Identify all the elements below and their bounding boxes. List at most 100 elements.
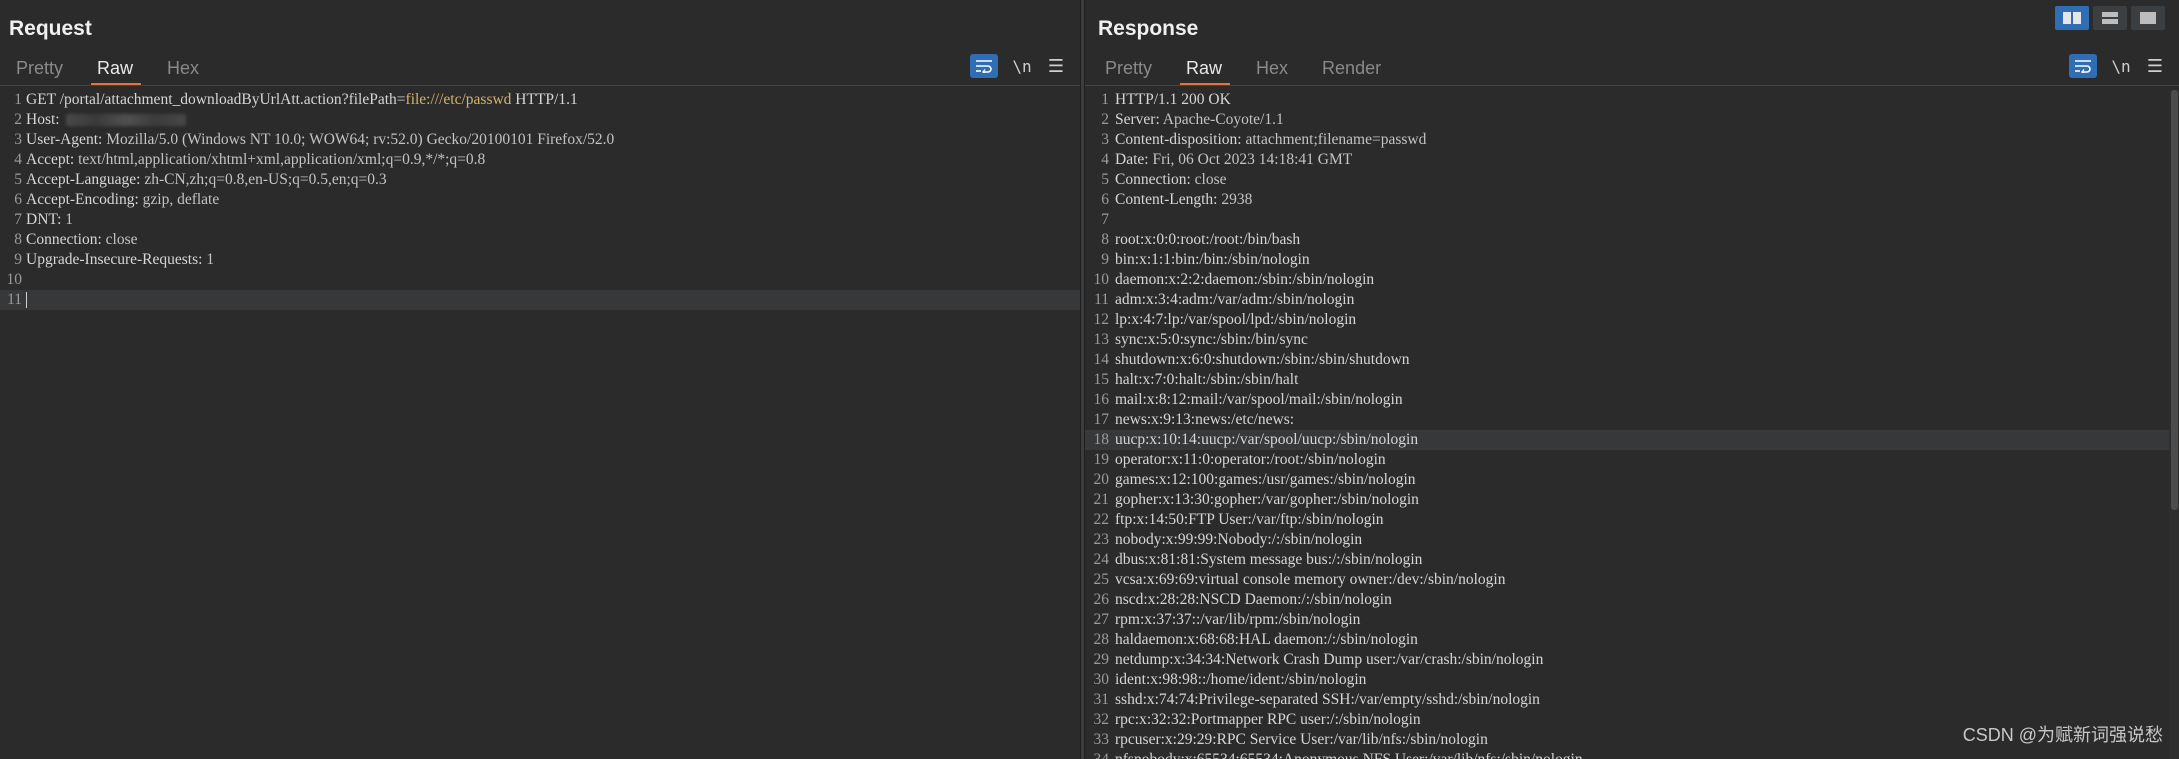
header-name: gopher:x:13:30:gopher:/var/gopher:/sbin/… [1115,491,1419,508]
line-number: 9 [14,251,22,268]
line-content: ftp:x:14:50:FTP User:/var/ftp:/sbin/nolo… [1115,510,1384,530]
request-title: Request [9,17,92,40]
line-number: 32 [1093,711,1110,728]
header-name: Upgrade-Insecure-Requests: [26,251,203,268]
tab-pretty[interactable]: Pretty [0,52,81,86]
line-content: Date: Fri, 06 Oct 2023 14:18:41 GMT [1115,150,1352,170]
line-number: 5 [14,171,22,188]
header-name: shutdown:x:6:0:shutdown:/sbin:/sbin/shut… [1115,351,1410,368]
tab-raw[interactable]: Raw [81,52,151,86]
line-number: 2 [14,111,22,128]
line-content: sshd:x:74:74:Privilege-separated SSH:/va… [1115,690,1540,710]
newline-toggle-button[interactable]: \n [1010,57,1034,76]
header-name: haldaemon:x:68:68:HAL daemon:/:/sbin/nol… [1115,631,1418,648]
line-number: 29 [1093,651,1110,668]
code-line: 7 DNT: 1 [0,210,1080,230]
request-tabs: Pretty Raw Hex [0,52,217,86]
line-number: 27 [1093,611,1110,628]
code-line: 21 gopher:x:13:30:gopher:/var/gopher:/sbi… [1085,490,2179,510]
code-line: 5 Connection: close [1085,170,2179,190]
tab-render[interactable]: Render [1306,52,1399,86]
header-name: User-Agent: [26,131,103,148]
header-name: Connection: [26,231,102,248]
tab-hex[interactable]: Hex [151,52,217,86]
line-number: 9 [1101,251,1109,268]
line-content [26,290,27,310]
tab-raw[interactable]: Raw [1170,52,1240,86]
header-value: 2938 [1217,191,1253,208]
line-number: 19 [1093,451,1110,468]
code-line: 3 User-Agent: Mozilla/5.0 (Windows NT 10.… [0,130,1080,150]
line-content: Content-disposition: attachment;filename… [1115,130,1426,150]
line-content: Upgrade-Insecure-Requests: 1 [26,250,214,270]
scrollbar-thumb[interactable] [2171,90,2178,510]
header-value: attachment;filename=passwd [1241,131,1427,148]
line-content: nfsnobody:x:65534:65534:Anonymous NFS Us… [1115,750,1583,759]
watermark: CSDN @为赋新词强说愁 [1962,725,2163,745]
line-content: DNT: 1 [26,210,73,230]
response-scrollbar[interactable] [2169,90,2179,759]
line-content: Host: [26,110,186,130]
line-content: nobody:x:99:99:Nobody:/:/sbin/nologin [1115,530,1362,550]
header-value: close [1190,171,1227,188]
header-name: ident:x:98:98::/home/ident:/sbin/nologin [1115,671,1367,688]
line-content: Accept-Encoding: gzip, deflate [26,190,219,210]
header-name: sshd:x:74:74:Privilege-separated SSH:/va… [1115,691,1540,708]
word-wrap-icon[interactable] [970,54,998,78]
code-line: 11 [0,290,1080,310]
line-content: HTTP/1.1 200 OK [1115,90,1231,110]
line-content: lp:x:4:7:lp:/var/spool/lpd:/sbin/nologin [1115,310,1356,330]
line-content: shutdown:x:6:0:shutdown:/sbin:/sbin/shut… [1115,350,1410,370]
header-value: Mozilla/5.0 (Windows NT 10.0; WOW64; rv:… [102,131,615,148]
line-number: 22 [1093,511,1110,528]
code-line: 13 sync:x:5:0:sync:/sbin:/bin/sync [1085,330,2179,350]
tab-divider [1085,85,2179,86]
request-editor[interactable]: 1 GET /portal/attachment_downloadByUrlAtt… [0,90,1080,759]
code-line: 15 halt:x:7:0:halt:/sbin:/sbin/halt [1085,370,2179,390]
line-content: halt:x:7:0:halt:/sbin:/sbin/halt [1115,370,1298,390]
header-name: Date: [1115,151,1149,168]
word-wrap-icon[interactable] [2069,54,2097,78]
side-by-side-layout-icon[interactable] [2055,6,2089,30]
tab-hex[interactable]: Hex [1240,52,1306,86]
line-number: 6 [14,191,22,208]
code-line: 23 nobody:x:99:99:Nobody:/:/sbin/nologin [1085,530,2179,550]
single-pane-layout-icon[interactable] [2131,6,2165,30]
line-content: dbus:x:81:81:System message bus:/:/sbin/… [1115,550,1422,570]
line-number: 25 [1093,571,1110,588]
header-name: Accept-Language: [26,171,141,188]
line-content: ident:x:98:98::/home/ident:/sbin/nologin [1115,670,1366,690]
line-content: bin:x:1:1:bin:/bin:/sbin/nologin [1115,250,1310,270]
hamburger-menu-icon[interactable]: ☰ [1046,56,1066,77]
code-line: 10 [0,270,1080,290]
line-number: 17 [1093,411,1110,428]
line-number: 2 [1101,111,1109,128]
code-line: 29 netdump:x:34:34:Network Crash Dump use… [1085,650,2179,670]
hamburger-menu-icon[interactable]: ☰ [2145,56,2165,77]
stacked-layout-icon[interactable] [2093,6,2127,30]
line-number: 11 [7,291,22,308]
line-number: 1 [14,91,22,108]
header-name: news:x:9:13:news:/etc/news: [1115,411,1295,428]
line-number: 4 [1101,151,1109,168]
line-number: 11 [1094,291,1109,308]
redacted-host [65,114,186,127]
line-number: 5 [1101,171,1109,188]
line-content: uucp:x:10:14:uucp:/var/spool/uucp:/sbin/… [1115,430,1418,450]
code-line: 18 uucp:x:10:14:uucp:/var/spool/uucp:/sbi… [1085,430,2179,450]
header-name: Host: [26,111,60,128]
header-name: root:x:0:0:root:/root:/bin/bash [1115,231,1301,248]
header-name: netdump:x:34:34:Network Crash Dump user:… [1115,651,1544,668]
response-editor[interactable]: 1 HTTP/1.1 200 OK 2 Server: Apache-Coyote/1… [1085,90,2179,759]
response-toolbar: \n ☰ [2069,54,2165,78]
header-name: dbus:x:81:81:System message bus:/:/sbin/… [1115,551,1423,568]
code-line: 16 mail:x:8:12:mail:/var/spool/mail:/sbin… [1085,390,2179,410]
newline-toggle-button[interactable]: \n [2109,57,2133,76]
header-name: lp:x:4:7:lp:/var/spool/lpd:/sbin/nologin [1115,311,1357,328]
header-name: Accept-Encoding: [26,191,139,208]
line-number: 26 [1093,591,1110,608]
line-number: 20 [1093,471,1110,488]
line-content: Accept: text/html,application/xhtml+xml,… [26,150,485,170]
tab-pretty[interactable]: Pretty [1089,52,1170,86]
line-number: 28 [1093,631,1110,648]
